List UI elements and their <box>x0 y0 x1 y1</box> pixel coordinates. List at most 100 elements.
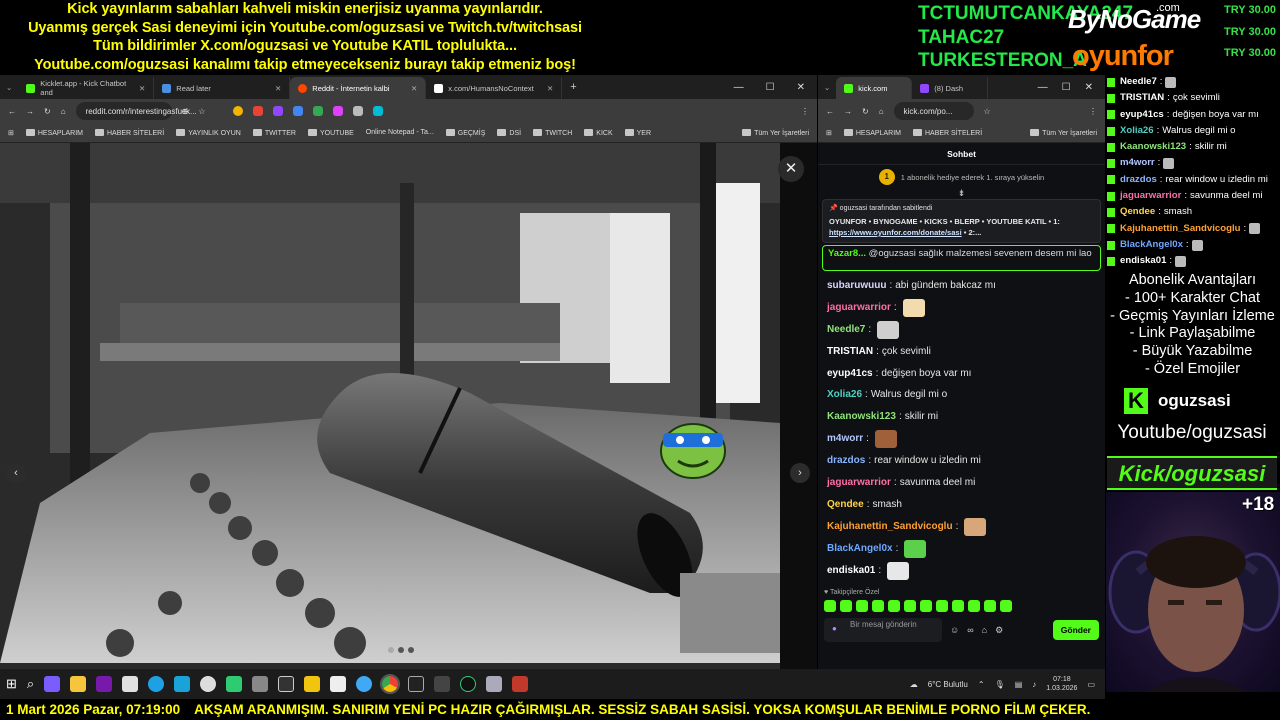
tab-read-later[interactable]: Read later ✕ <box>154 77 291 99</box>
bookmark-item[interactable]: TWITTER <box>252 128 296 137</box>
close-viewer-button[interactable]: ✕ <box>778 156 804 182</box>
maximize-icon[interactable]: ☐ <box>766 82 775 93</box>
url-field[interactable]: kick.com/po... <box>893 102 974 120</box>
chat-username[interactable]: TRISTIAN <box>827 341 873 363</box>
extension-icon[interactable] <box>353 106 364 116</box>
app-icon[interactable] <box>330 676 347 692</box>
bookmark-item[interactable]: GEÇMİŞ <box>445 128 485 137</box>
forward-icon[interactable]: → <box>844 107 852 116</box>
prev-image-button[interactable]: ‹ <box>6 463 26 483</box>
chat-username[interactable]: drazdos <box>827 450 865 472</box>
chat-username[interactable]: Kaanowski123 <box>827 406 896 428</box>
weather-icon[interactable]: ☁ <box>910 680 918 689</box>
home-icon[interactable]: ⌂ <box>879 107 884 116</box>
chat-username[interactable]: Xolia26 <box>827 384 862 406</box>
apps-icon[interactable]: ⊞ <box>8 129 14 137</box>
emote-button[interactable] <box>952 600 964 613</box>
close-window-icon[interactable]: ✕ <box>1085 82 1093 93</box>
bookmark-item[interactable]: YER <box>624 128 651 137</box>
calendar-icon[interactable] <box>122 676 139 692</box>
extension-icon[interactable] <box>253 106 264 116</box>
app-icon[interactable] <box>408 676 425 692</box>
star-icon[interactable]: ☆ <box>198 107 205 116</box>
emoji-icon[interactable]: ☺ <box>950 625 959 635</box>
reload-icon[interactable]: ↻ <box>862 107 869 116</box>
back-icon[interactable]: ← <box>826 107 834 116</box>
loop-icon[interactable]: ∞ <box>967 625 973 635</box>
tab-x[interactable]: x.com/HumansNoContext ✕ <box>426 77 563 99</box>
search-icon[interactable]: ⌕ <box>27 676 34 692</box>
app-icon[interactable] <box>356 676 373 692</box>
close-window-icon[interactable]: ✕ <box>797 82 805 93</box>
extension-icon[interactable] <box>373 106 384 116</box>
emote-button[interactable] <box>968 600 980 613</box>
reload-icon[interactable]: ↻ <box>44 107 51 116</box>
notifications-icon[interactable]: ▭ <box>1087 680 1095 689</box>
pinned-message[interactable]: 📌 oguzsasi tarafından sabitlendi OYUNFOR… <box>822 199 1101 243</box>
minimize-icon[interactable]: — <box>1038 82 1048 93</box>
close-icon[interactable]: ✕ <box>411 84 417 93</box>
collapse-icon[interactable]: ⇟ <box>818 189 1105 199</box>
app-icon[interactable] <box>512 676 529 692</box>
bookmark-item[interactable]: DSİ <box>497 128 521 137</box>
app-icon[interactable] <box>486 676 503 692</box>
music-icon[interactable] <box>434 676 451 692</box>
bookmark-item[interactable]: HABER SİTELERİ <box>913 128 982 137</box>
chat-username[interactable]: Yazar8... <box>828 248 866 259</box>
close-icon[interactable]: ✕ <box>547 84 553 93</box>
bookmark-item[interactable]: YOUTUBE <box>307 128 354 137</box>
home-icon[interactable]: ⌂ <box>61 107 66 116</box>
app-icon[interactable] <box>460 676 477 692</box>
chat-username[interactable]: eyup41cs <box>827 363 873 385</box>
emote-button[interactable] <box>840 600 852 613</box>
network-icon[interactable]: ▤ <box>1015 680 1023 689</box>
pen-icon[interactable] <box>44 676 61 692</box>
extension-icon[interactable] <box>233 106 244 116</box>
extension-icon[interactable] <box>313 106 324 116</box>
onenote-icon[interactable] <box>96 676 113 692</box>
bookmark-item[interactable]: HABER SİTELERİ <box>95 128 164 137</box>
bookmark-item[interactable]: TWITCH <box>533 128 572 137</box>
donate-link[interactable]: https://www.oyunfor.com/donate/sasi <box>829 228 962 237</box>
extension-icon[interactable] <box>273 106 284 116</box>
weather-text[interactable]: 6°C Bulutlu <box>928 680 968 689</box>
app-icon[interactable] <box>200 676 217 692</box>
emote-button[interactable] <box>856 600 868 613</box>
app-icon[interactable] <box>226 676 243 692</box>
app-icon[interactable] <box>174 676 191 692</box>
chat-username[interactable]: Needle7 <box>827 319 865 341</box>
menu-icon[interactable]: ⋮ <box>1089 107 1097 116</box>
chat-username[interactable]: Qendee <box>827 494 864 516</box>
emote-button[interactable] <box>824 600 836 613</box>
obs-icon[interactable] <box>278 676 295 692</box>
emote-button[interactable] <box>920 600 932 613</box>
bookmark-item[interactable]: HESAPLARIM <box>843 128 901 137</box>
clock[interactable]: 07:18 1.03.2026 <box>1046 675 1077 693</box>
chat-username[interactable]: subaruwuuu <box>827 275 886 297</box>
file-explorer-icon[interactable] <box>70 676 87 692</box>
tab-search-icon[interactable]: ⌄ <box>6 83 12 92</box>
chat-username[interactable]: endiska01 <box>827 560 875 582</box>
chat-message-input[interactable]: ● Bir mesaj gönderin <box>824 618 942 643</box>
mic-tray-icon[interactable]: 🎙 <box>995 680 1005 689</box>
emote-button[interactable] <box>984 600 996 613</box>
next-image-button[interactable]: › <box>790 463 810 483</box>
url-field[interactable]: reddit.com/r/interestingasfuck... <box>75 102 197 120</box>
close-icon[interactable]: ✕ <box>139 84 145 93</box>
store-icon[interactable]: ⌂ <box>982 625 987 635</box>
new-tab-icon[interactable]: + <box>570 81 576 93</box>
maximize-icon[interactable]: ☐ <box>1062 82 1071 93</box>
star-icon[interactable]: ☆ <box>984 107 991 116</box>
tab-dashboard[interactable]: (8) Dash <box>912 77 989 99</box>
chat-username[interactable]: Kajuhanettin_Sandvicoglu <box>827 516 953 538</box>
chat-username[interactable]: jaguarwarrior <box>827 472 891 494</box>
mic-icon[interactable]: ● <box>832 624 837 634</box>
tray-chevron-icon[interactable]: ⌃ <box>978 680 985 689</box>
sub-gift-leaderboard[interactable]: 1 1 abonelik hediye ederek 1. sıraya yük… <box>818 165 1105 189</box>
tab-search-icon[interactable]: ⌄ <box>824 83 830 92</box>
send-button[interactable]: Gönder <box>1052 620 1099 641</box>
extension-icon[interactable] <box>293 106 304 116</box>
notes-icon[interactable] <box>304 676 321 692</box>
bookmark-item[interactable]: KICK <box>584 128 613 137</box>
bookmark-item[interactable]: YAYINLIK OYUN <box>176 128 241 137</box>
